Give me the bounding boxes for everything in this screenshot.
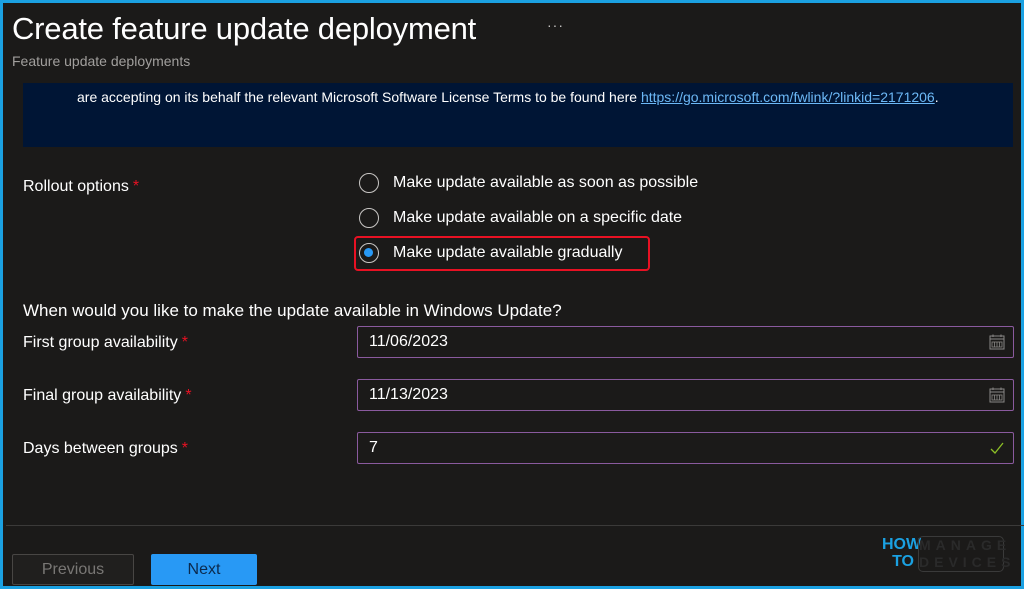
notice-trailing: . (934, 89, 939, 105)
first-group-text: First group availability (23, 334, 178, 351)
watermark-box-line2: DEVICES (919, 554, 1016, 570)
watermark-line1: HOW (882, 536, 922, 553)
window-frame: Create feature update deployment ··· Fea… (0, 0, 1024, 589)
first-group-label: First group availability * (23, 334, 188, 352)
radio-label: Make update available gradually (393, 244, 623, 261)
license-notice-banner: are accepting on its behalf the relevant… (23, 83, 1013, 147)
required-indicator: * (132, 178, 140, 195)
final-group-text: Final group availability (23, 387, 182, 404)
final-group-value[interactable]: 11/13/2023 (369, 386, 988, 404)
previous-button[interactable]: Previous (12, 554, 134, 585)
watermark-box-line1: MANAGE (919, 537, 1012, 553)
radio-circle-icon[interactable] (359, 208, 379, 228)
radio-label: Make update available on a specific date (393, 209, 683, 226)
rollout-options-label: Rollout options * (23, 178, 139, 196)
watermark-box: MANAGE DEVICES (918, 536, 1016, 572)
radio-circle-icon[interactable] (359, 173, 379, 193)
page-title: Create feature update deployment (12, 11, 477, 46)
calendar-icon[interactable] (988, 386, 1006, 404)
license-terms-link[interactable]: https://go.microsoft.com/fwlink/?linkid=… (641, 89, 935, 105)
days-between-input[interactable]: 7 (357, 432, 1014, 464)
required-indicator: * (181, 334, 188, 351)
notice-body: are accepting on its behalf the relevant… (77, 89, 641, 105)
radio-asap[interactable]: Make update available as soon as possibl… (359, 173, 698, 193)
license-notice-text: are accepting on its behalf the relevant… (77, 87, 997, 107)
checkmark-icon (988, 439, 1006, 457)
breadcrumb-subtitle: Feature update deployments (12, 53, 191, 69)
radio-selected-icon[interactable] (359, 243, 379, 263)
days-between-label: Days between groups * (23, 440, 188, 458)
days-between-value[interactable]: 7 (369, 439, 988, 457)
footer-divider (6, 525, 1024, 526)
watermark-line2: TO (892, 553, 914, 570)
watermark-how-to: HOW TO (882, 536, 922, 570)
schedule-question: When would you like to make the update a… (23, 301, 562, 320)
next-button[interactable]: Next (151, 554, 257, 585)
final-group-label: Final group availability * (23, 387, 192, 405)
watermark-logo: HOW TO MANAGE DEVICES (879, 532, 1016, 578)
more-options-button[interactable]: ··· (547, 17, 564, 33)
first-group-value[interactable]: 11/06/2023 (369, 333, 988, 351)
required-indicator: * (185, 387, 192, 404)
calendar-icon[interactable] (988, 333, 1006, 351)
radio-gradually[interactable]: Make update available gradually (359, 243, 622, 263)
final-group-date-input[interactable]: 11/13/2023 (357, 379, 1014, 411)
radio-specific-date[interactable]: Make update available on a specific date (359, 208, 682, 228)
first-group-date-input[interactable]: 11/06/2023 (357, 326, 1014, 358)
radio-label: Make update available as soon as possibl… (393, 174, 699, 191)
rollout-options-text: Rollout options (23, 178, 129, 195)
required-indicator: * (181, 440, 188, 457)
days-between-text: Days between groups (23, 440, 178, 457)
